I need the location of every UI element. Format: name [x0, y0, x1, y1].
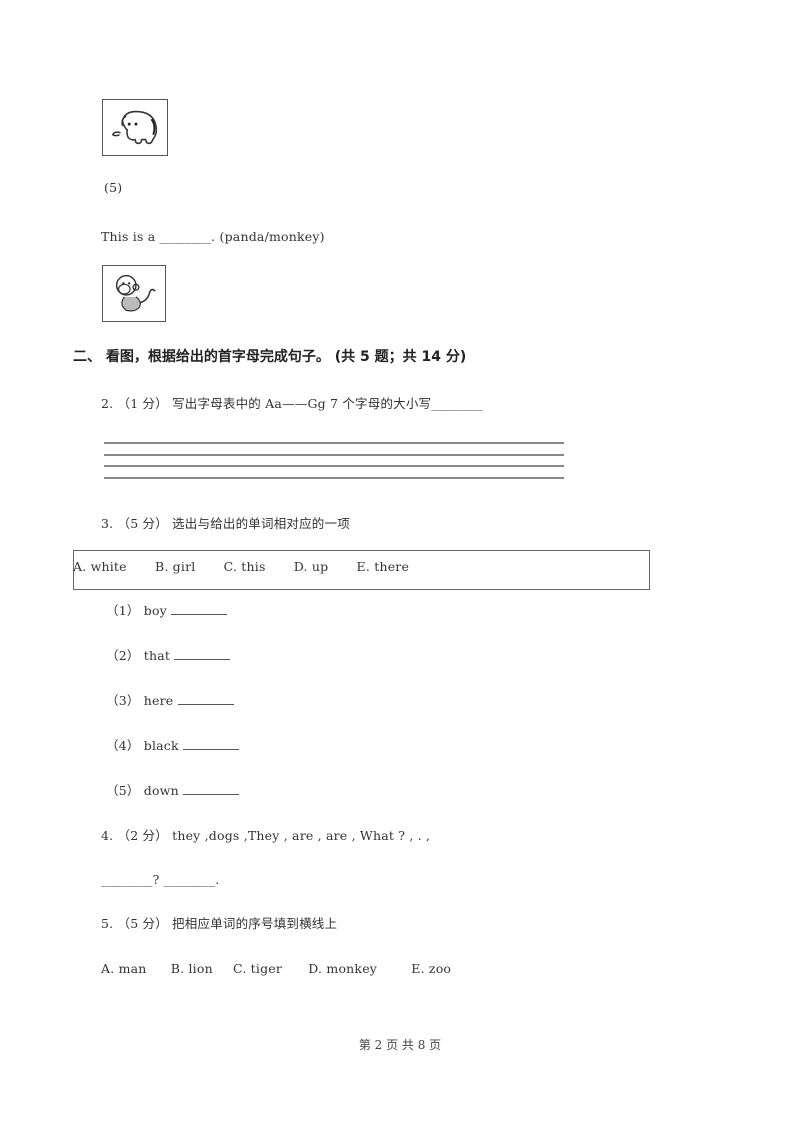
question-2-text: 2. （1 分） 写出字母表中的 Aa——Gg 7 个字母的大小写_______…	[101, 396, 483, 411]
question-4-answer-line[interactable]: ________? ________.	[101, 872, 219, 887]
item-word: here	[143, 693, 174, 708]
q3-item-5: （5） down	[106, 780, 240, 799]
elephant-icon	[111, 110, 158, 145]
elephant-picture	[102, 99, 168, 156]
answer-blank[interactable]	[182, 738, 239, 750]
question-4-text: 4. （2 分） they ,dogs ,They , are , are , …	[101, 828, 431, 843]
question-3-text: 3. （5 分） 选出与给出的单词相对应的一项	[101, 516, 350, 531]
q5-options: A. man B. lion C. tiger D. monkey E. zoo	[101, 961, 475, 976]
option-c: C. tiger	[233, 961, 283, 976]
q3-item-4: （4） black	[106, 735, 239, 754]
q3-item-2: （2） that	[106, 645, 231, 664]
option-a: A. man	[101, 961, 147, 976]
option-c: C. this	[223, 559, 266, 574]
item-word: that	[143, 648, 171, 663]
answer-blank[interactable]	[177, 693, 234, 705]
option-a: A. white	[73, 559, 127, 574]
writing-line-3	[104, 465, 564, 467]
writing-line-2	[104, 454, 564, 456]
item-label: （1）	[106, 603, 140, 618]
option-e: E. there	[356, 559, 410, 574]
question-5-text: 5. （5 分） 把相应单词的序号填到横线上	[101, 916, 338, 931]
item-word: boy	[143, 603, 167, 618]
writing-line-4	[104, 477, 564, 479]
page-number: 第 2 页 共 8 页	[358, 1038, 442, 1052]
item-5-sentence: This is a ________. (panda/monkey)	[101, 229, 325, 244]
item-label: （2）	[106, 648, 140, 663]
q3-item-3: （3） here	[106, 690, 234, 709]
option-e: E. zoo	[411, 961, 452, 976]
option-b: B. girl	[154, 559, 196, 574]
option-d: D. up	[293, 559, 329, 574]
answer-blank[interactable]	[174, 648, 231, 660]
section-heading: 二、 看图，根据给出的首字母完成句子。 (共 5 题；共 14 分)	[73, 349, 467, 365]
item-5-label: (5)	[104, 180, 123, 195]
q3-item-1: （1） boy	[106, 600, 228, 619]
writing-line-1	[104, 442, 564, 444]
item-label: （5）	[106, 783, 140, 798]
item-word: black	[143, 738, 179, 753]
monkey-icon	[115, 274, 156, 312]
monkey-picture	[102, 265, 166, 322]
item-label: （3）	[106, 693, 140, 708]
answer-blank[interactable]	[183, 783, 240, 795]
word-options: A. white B. girl C. this D. up E. there	[73, 559, 433, 574]
answer-blank[interactable]	[171, 603, 228, 615]
item-label: （4）	[106, 738, 140, 753]
item-word: down	[143, 783, 179, 798]
option-b: B. lion	[170, 961, 213, 976]
option-d: D. monkey	[308, 961, 378, 976]
